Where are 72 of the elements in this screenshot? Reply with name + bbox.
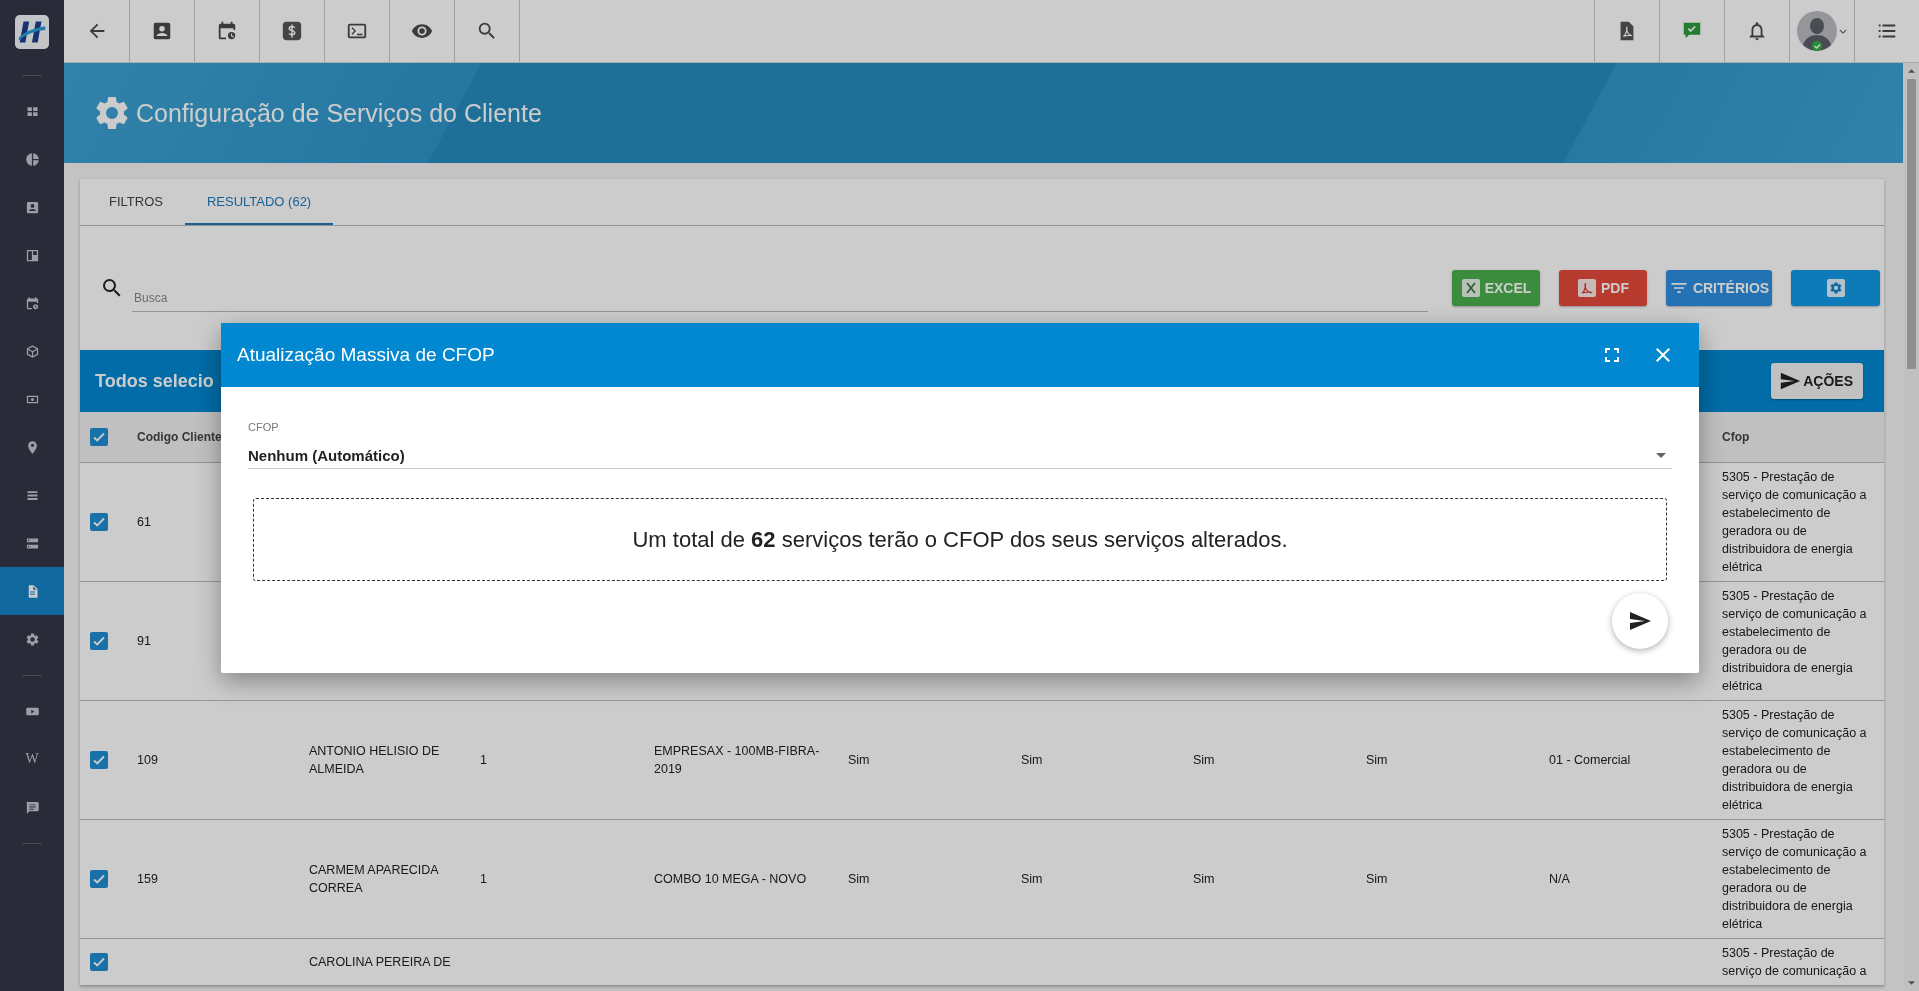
table-cell-text: Sim <box>848 871 870 888</box>
column-header[interactable]: Codigo Cliente <box>137 430 222 444</box>
board-icon <box>24 247 40 263</box>
table-cell-text: 1 <box>480 871 487 888</box>
pdf-icon <box>1577 278 1597 298</box>
row-checkbox[interactable] <box>90 870 108 888</box>
table-cell-text: 5305 - Prestação de serviço de comunicação a estabelecimento de geradora ou de distribuidora de energia elétrica <box>1722 588 1868 695</box>
send-button[interactable] <box>1612 593 1668 649</box>
table-cell-text: Sim <box>848 752 870 769</box>
table-cell-text: 1 <box>480 752 487 769</box>
column-header[interactable]: Cfop <box>1722 430 1750 444</box>
avatar-icon <box>1797 11 1837 51</box>
logo-icon[interactable] <box>15 14 49 49</box>
table-cell-text: 5305 - Prestação de serviço de comunicação a estabelecimento de geradora ou de distribuidora de energia elétrica <box>1722 469 1868 576</box>
cfop-select[interactable]: CFOP Nenhum (Automático) <box>248 421 1672 469</box>
actions-button[interactable]: AÇÕES <box>1771 363 1863 399</box>
row-checkbox[interactable] <box>90 751 108 769</box>
table-cell-text: ANTONIO HELISIO DE ALMEIDA <box>309 743 441 778</box>
row-checkbox[interactable] <box>90 513 108 531</box>
table-cell-text: COMBO 10 MEGA - NOVO <box>654 871 807 888</box>
pie-chart-icon <box>24 151 40 167</box>
settings-icon <box>1825 278 1846 298</box>
modal-title: Atualização Massiva de CFOP <box>237 344 496 366</box>
search-field[interactable]: Busca <box>132 284 1428 312</box>
settings-button[interactable] <box>1791 270 1880 306</box>
pdf-button[interactable]: PDF <box>1559 270 1647 306</box>
table-cell-text: N/A <box>1549 871 1570 888</box>
table-cell-text: 5305 - Prestação de serviço de comunicação a <box>1722 945 1868 980</box>
table-cell-text: 5305 - Prestação de serviço de comunicação a estabelecimento de geradora ou de distribuidora de energia elétrica <box>1722 826 1868 933</box>
excel-icon <box>1460 278 1481 298</box>
select-all-checkbox[interactable] <box>90 428 108 446</box>
caret-icon <box>1839 28 1847 34</box>
scroll-down-icon[interactable] <box>1906 980 1916 986</box>
selection-title: Todos selecio <box>95 370 214 392</box>
contact-card-icon <box>151 20 173 42</box>
table-cell-text: Sim <box>1366 752 1388 769</box>
row-checkbox[interactable] <box>90 953 108 971</box>
table-cell-text: Sim <box>1193 752 1215 769</box>
table-cell-text: 159 <box>137 871 158 888</box>
table-cell-text: Sim <box>1021 871 1043 888</box>
tab[interactable]: FILTROS <box>87 179 185 225</box>
row-checkbox[interactable] <box>90 632 108 650</box>
scroll-thumb[interactable] <box>1906 79 1916 369</box>
page-title: Configuração de Serviços do Cliente <box>136 98 542 128</box>
table-cell-text: EMPRESAX - 100MB-FIBRA-2019 <box>654 743 821 778</box>
scroll-up-icon[interactable] <box>1906 68 1916 74</box>
caret-icon <box>1656 453 1666 458</box>
table-cell-text: Sim <box>1021 752 1043 769</box>
table-cell-text: Sim <box>1193 871 1215 888</box>
table-cell-text: CAROLINA PEREIRA DE <box>309 954 451 971</box>
chat-icon <box>24 799 40 815</box>
calendar-clock-icon <box>216 20 238 42</box>
table-cell-text: 01 - Comercial <box>1549 752 1631 769</box>
search-icon <box>476 20 498 42</box>
cube-icon <box>24 343 40 359</box>
dollar-icon <box>281 20 303 42</box>
sidebar-item[interactable]: W <box>0 735 64 783</box>
table-cell-text: 109 <box>137 752 158 769</box>
scrollbar[interactable] <box>1903 63 1919 991</box>
tab[interactable]: RESULTADO (62) <box>184 179 334 225</box>
calendar-clock-icon <box>24 295 40 311</box>
send-icon <box>1628 609 1652 633</box>
settings-icon <box>24 631 40 647</box>
table-cell-text: 61 <box>137 514 151 531</box>
contact-card-icon <box>24 199 40 215</box>
table-cell-text: 5305 - Prestação de serviço de comunicação a estabelecimento de geradora ou de distribuidora de energia elétrica <box>1722 707 1868 814</box>
table-cell-text: CARMEM APARECIDA CORREA <box>309 862 440 897</box>
table-cell-text: 91 <box>137 633 151 650</box>
message-text: Um total de 62 serviços terão o CFOP dos seus serviços alterados. <box>632 526 1288 553</box>
table-cell-text: Sim <box>1366 871 1388 888</box>
sidebar-item[interactable] <box>0 567 64 615</box>
send-icon <box>1779 370 1802 392</box>
